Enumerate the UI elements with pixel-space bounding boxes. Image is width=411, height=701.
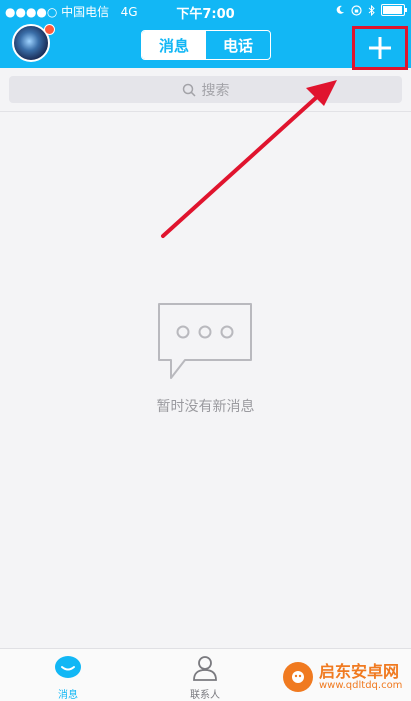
tabbar-label-messages: 消息 [58,690,78,701]
search-bar[interactable]: 搜索 [9,76,402,103]
add-button[interactable] [352,26,408,70]
bluetooth-icon [368,4,375,16]
tab-calls[interactable]: 电话 [206,31,270,59]
battery-icon [381,4,407,16]
search-placeholder: 搜索 [201,82,230,99]
status-icons [335,4,407,16]
segment-control: 消息 电话 [141,30,271,60]
empty-message: 暂时没有新消息 [156,399,255,415]
android-icon [292,671,304,683]
moon-icon [336,5,344,14]
plus-icon [369,37,391,59]
watermark-text: 启东安卓网 www.qdltdq.com [319,663,402,692]
contacts-icon [193,656,217,681]
divider [0,111,411,112]
status-bar: ●●●●○ 中国电信 4G 下午7:00 [0,0,411,22]
search-icon [182,83,196,97]
notification-dot [44,24,55,35]
chat-bubble-icon [158,303,252,379]
watermark-logo-icon [283,662,313,692]
tab-messages[interactable]: 消息 [142,31,206,59]
tabbar-label-contacts: 联系人 [190,690,220,701]
watermark: 启东安卓网 www.qdltdq.com [283,656,409,698]
watermark-title: 启东安卓网 [319,661,400,681]
tabbar-item-contacts[interactable]: 联系人 [175,655,235,701]
message-icon [55,656,81,678]
tabbar-item-messages[interactable]: 消息 [38,655,98,701]
rotation-lock-icon [351,4,362,16]
watermark-url: www.qdltdq.com [319,680,403,692]
top-bar: ●●●●○ 中国电信 4G 下午7:00 消息 电话 [0,0,411,70]
